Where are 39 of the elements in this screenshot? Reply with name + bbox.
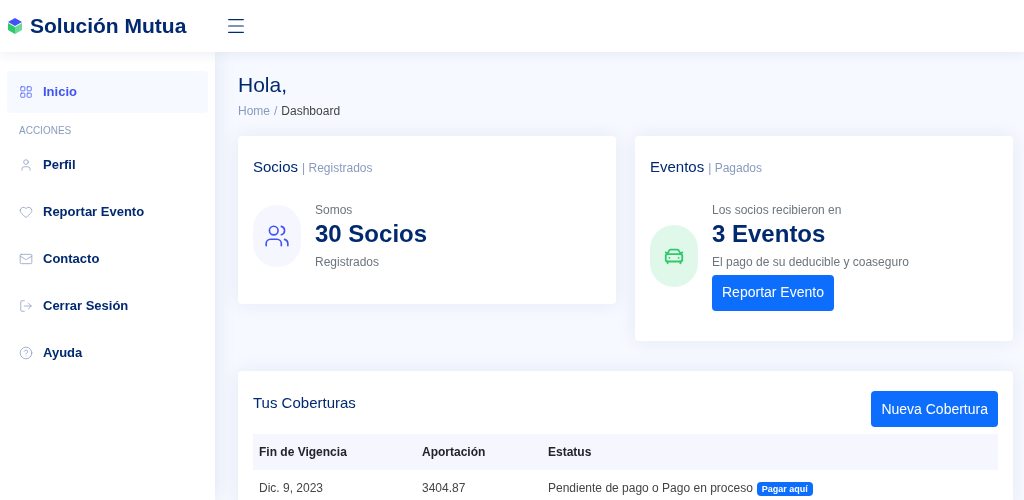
- table-cell: 3404.87: [422, 481, 466, 496]
- new-coverage-button[interactable]: Nueva Cobertura: [871, 391, 998, 428]
- card-title: Tus Coberturas: [253, 393, 356, 414]
- help-icon: [19, 346, 33, 360]
- column-header: Aportación: [416, 434, 542, 471]
- card-subtitle: | Pagados: [708, 160, 763, 178]
- stat-caption: Somos: [315, 201, 354, 219]
- stat-caption: El pago de su deducible y coaseguro: [712, 253, 909, 271]
- card-subtitle: | Registrados: [302, 160, 373, 178]
- breadcrumb-separator: /: [274, 103, 278, 121]
- heart-icon: [19, 205, 33, 219]
- nav-item[interactable]: Inicio: [7, 71, 208, 113]
- people-icon: [264, 222, 290, 249]
- nav-item[interactable]: Reportar Evento: [7, 191, 208, 233]
- column-header: Estatus: [542, 434, 998, 471]
- person-icon: [19, 158, 33, 172]
- section-heading: ACCIONES: [18, 124, 73, 138]
- breadcrumb-item: Dashboard: [281, 103, 341, 121]
- nav-item[interactable]: Perfil: [7, 144, 208, 186]
- brand-name: Solución Mutua: [30, 13, 187, 40]
- page-title: Hola,: [238, 72, 289, 98]
- nav-item[interactable]: Contacto: [7, 238, 208, 280]
- stat-caption: Los socios recibieron en: [712, 201, 843, 219]
- table-cell: Dic. 9, 2023: [259, 481, 324, 496]
- envelope-icon: [19, 252, 33, 266]
- stat-value: 30 Socios: [315, 218, 428, 249]
- nav-item[interactable]: Ayuda: [7, 332, 208, 374]
- nav-item[interactable]: Cerrar Sesión: [7, 285, 208, 327]
- table-cell: Pendiente de pago o Pago en proceso: [548, 481, 753, 496]
- report-event-button[interactable]: Reportar Evento: [712, 274, 834, 311]
- column-header: Fin de Vigencia: [253, 434, 416, 471]
- card-title: Socios: [253, 157, 299, 178]
- stat-caption: Registrados: [315, 253, 381, 271]
- pay-here-badge[interactable]: Pagar aquí: [756, 482, 813, 497]
- grid-icon: [19, 85, 33, 99]
- logout-icon: [19, 299, 33, 313]
- card-title: Eventos: [650, 157, 705, 178]
- stat-value: 3 Eventos: [712, 218, 827, 249]
- logo-icon: [8, 18, 22, 34]
